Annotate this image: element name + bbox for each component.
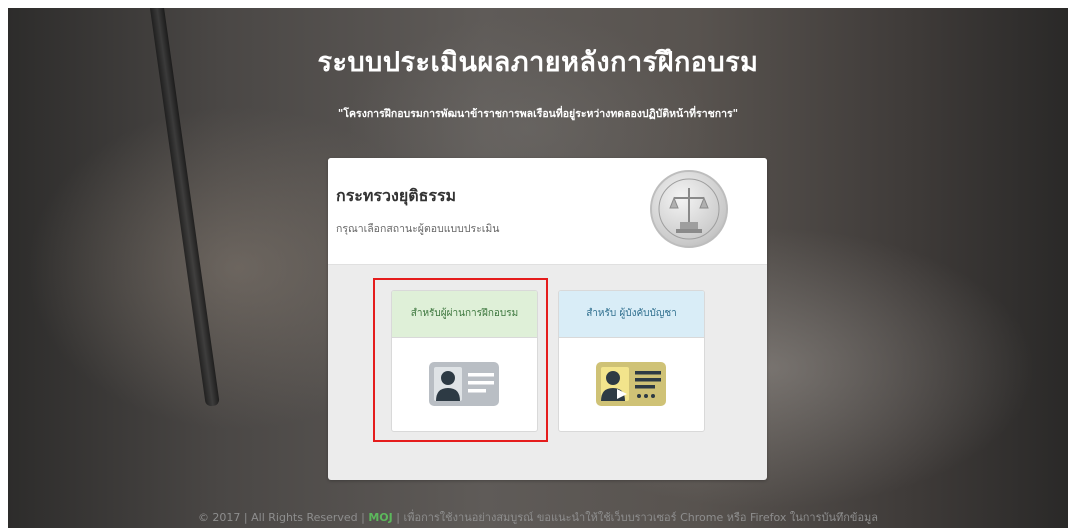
page-subtitle: "โครงการฝึกอบรมการพัฒนาข้าราชการพลเรือนท… bbox=[337, 108, 739, 120]
ministry-seal-icon bbox=[650, 170, 728, 248]
option-trainee-label: สำหรับผู้ผ่านการฝึกอบรม bbox=[392, 291, 537, 338]
instruction-text: กรุณาเลือกสถานะผู้ตอบแบบประเมิน bbox=[336, 223, 500, 235]
organization-name: กระทรวงยุติธรรม bbox=[336, 186, 457, 205]
option-supervisor-label: สำหรับ ผู้บังคับบัญชา bbox=[559, 291, 704, 338]
footer-copyright: © 2017 | All Rights Reserved | bbox=[197, 511, 369, 524]
id-card-icon bbox=[428, 361, 500, 411]
page-footer: © 2017 | All Rights Reserved | MOJ | เพื… bbox=[0, 508, 1076, 526]
option-trainee[interactable]: สำหรับผู้ผ่านการฝึกอบรม bbox=[391, 290, 538, 432]
option-supervisor[interactable]: สำหรับ ผู้บังคับบัญชา bbox=[558, 290, 705, 432]
card-header: กระทรวงยุติธรรม กรุณาเลือกสถานะผู้ตอบแบบ… bbox=[328, 158, 767, 265]
footer-brand-link[interactable]: MOJ bbox=[368, 511, 392, 524]
supervisor-card-icon bbox=[595, 361, 667, 411]
footer-browser-notice: | เพื่อการใช้งานอย่างสมบูรณ์ ขอแนะนำให้ใ… bbox=[392, 511, 879, 524]
page-title: ระบบประเมินผลภายหลังการฝึกอบรม bbox=[317, 47, 759, 78]
page-header: ระบบประเมินผลภายหลังการฝึกอบรม "โครงการฝ… bbox=[0, 40, 1076, 122]
selection-card: กระทรวงยุติธรรม กรุณาเลือกสถานะผู้ตอบแบบ… bbox=[328, 158, 767, 480]
